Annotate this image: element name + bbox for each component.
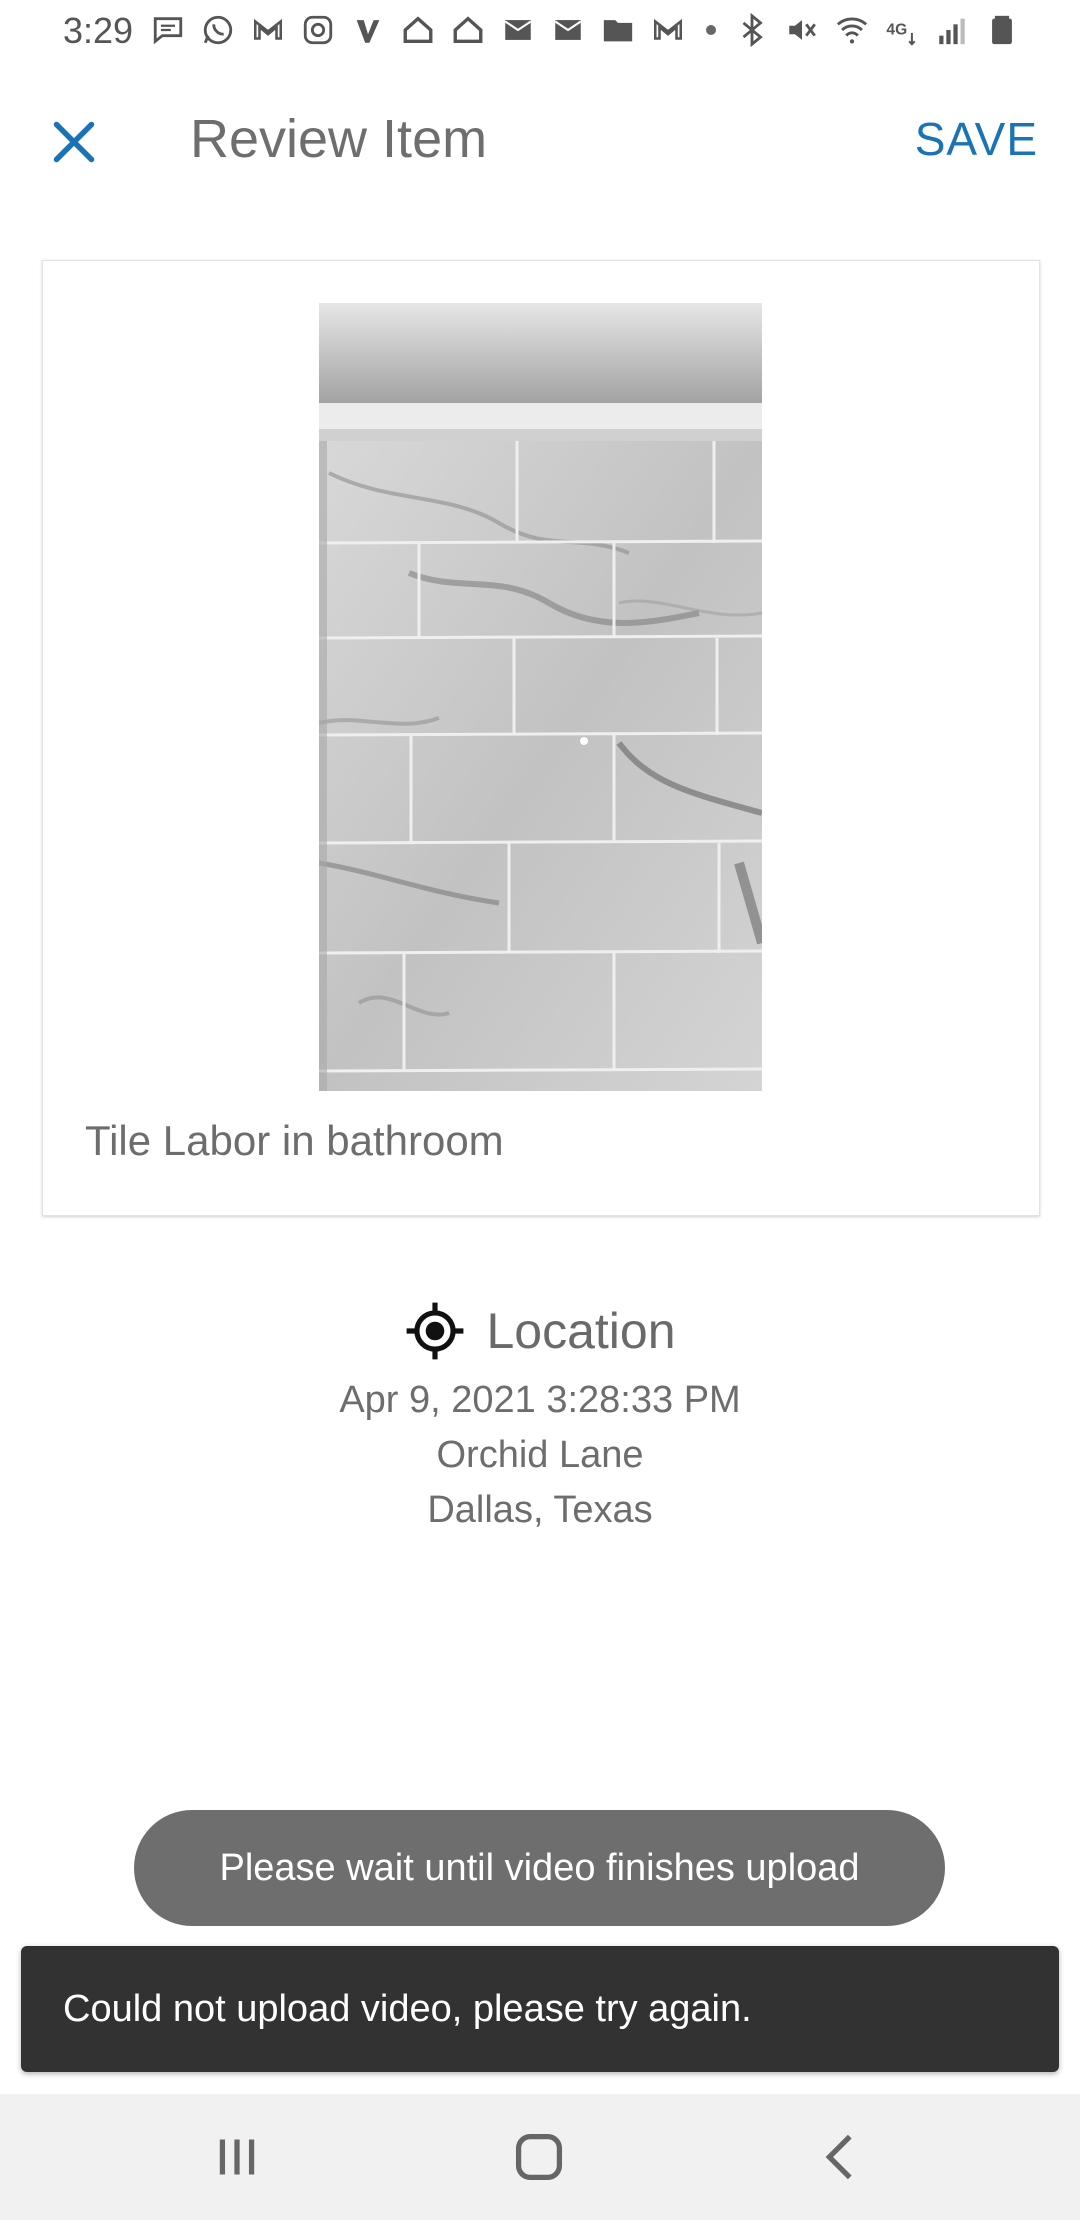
system-icons: 4G <box>734 12 1020 48</box>
snackbar-message: Could not upload video, please try again… <box>63 1987 752 2030</box>
close-button[interactable] <box>44 112 104 172</box>
signal-icon <box>934 12 970 48</box>
back-icon <box>825 2134 852 2180</box>
location-label: Location <box>486 1303 676 1359</box>
venmo-icon <box>350 12 386 48</box>
home-icon <box>400 12 436 48</box>
email-icon <box>500 12 536 48</box>
location-header[interactable]: Location <box>404 1300 676 1362</box>
instagram-icon <box>300 12 336 48</box>
recents-icon <box>219 2139 255 2175</box>
item-card: Tile Labor in bathroom <box>42 260 1040 1216</box>
location-timestamp: Apr 9, 2021 3:28:33 PM <box>339 1379 741 1421</box>
email-icon <box>550 12 586 48</box>
notification-icons <box>150 12 722 48</box>
folder-icon <box>600 12 636 48</box>
status-bar: 3:29 4G <box>0 0 1080 66</box>
upload-wait-toast: Please wait until video finishes upload <box>134 1810 945 1926</box>
upload-error-snackbar: Could not upload video, please try again… <box>21 1946 1059 2072</box>
home-icon <box>450 12 486 48</box>
item-caption: Tile Labor in bathroom <box>85 1117 504 1164</box>
wifi-icon <box>834 12 870 48</box>
home-icon <box>515 2133 563 2181</box>
svg-text:4G: 4G <box>886 21 907 38</box>
tile-photo-image <box>319 303 762 1091</box>
back-button[interactable] <box>806 2122 876 2192</box>
battery-icon <box>984 12 1020 48</box>
whatsapp-icon <box>200 12 236 48</box>
status-time: 3:29 <box>63 10 134 51</box>
item-photo[interactable] <box>319 303 762 1091</box>
close-icon <box>53 121 95 163</box>
mute-icon <box>784 12 820 48</box>
location-city: Dallas, Texas <box>427 1489 653 1531</box>
system-nav-bar <box>0 2094 1080 2220</box>
4g-lte-icon: 4G <box>884 12 920 48</box>
location-section: Location Apr 9, 2021 3:28:33 PM Orchid L… <box>0 1300 1080 1532</box>
home-button[interactable] <box>504 2122 574 2192</box>
recents-button[interactable] <box>202 2122 272 2192</box>
app-bar: Review Item SAVE <box>0 90 1080 190</box>
bluetooth-icon <box>734 12 770 48</box>
page-title: Review Item <box>190 109 488 169</box>
gps-location-icon <box>404 1300 466 1362</box>
gmail-icon <box>250 12 286 48</box>
location-street: Orchid Lane <box>436 1434 644 1476</box>
save-button[interactable]: SAVE <box>915 112 1038 166</box>
more-notifications-dot-icon <box>706 25 716 35</box>
message-icon <box>150 12 186 48</box>
gmail-icon <box>650 12 686 48</box>
